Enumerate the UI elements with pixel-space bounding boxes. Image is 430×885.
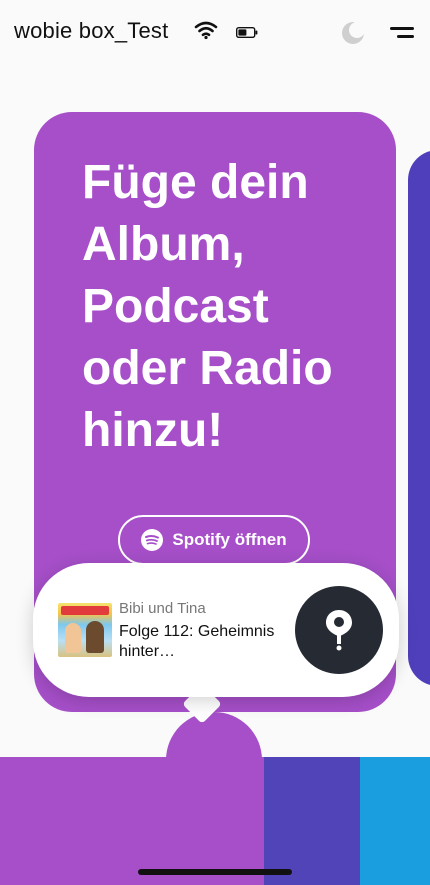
- location-pin-icon: [326, 610, 352, 651]
- tab-segment-indigo[interactable]: [264, 757, 360, 885]
- menu-icon[interactable]: [390, 25, 416, 41]
- track-title: Folge 112: Geheimnis hinter…: [119, 623, 275, 660]
- device-name[interactable]: wobie box_Test: [14, 18, 168, 44]
- next-card-peek[interactable]: [408, 150, 430, 686]
- battery-icon: [236, 27, 258, 38]
- cover-figure: [65, 623, 81, 653]
- moon-icon[interactable]: [341, 21, 365, 45]
- top-bar: wobie box_Test: [0, 0, 430, 70]
- spotify-button-label: Spotify öffnen: [172, 530, 287, 549]
- bottom-tab-strip: [0, 757, 430, 885]
- tab-segment-blue[interactable]: [360, 757, 430, 885]
- spotify-open-button[interactable]: Spotify öffnen: [118, 515, 310, 565]
- album-cover: [58, 603, 112, 657]
- home-indicator[interactable]: [138, 869, 292, 875]
- app-screen: wobie box_Test Füge dein Album, Podcast …: [0, 0, 430, 885]
- cover-figure: [86, 621, 104, 653]
- spotify-icon: [141, 529, 164, 551]
- wifi-icon: [194, 21, 218, 40]
- cover-banner: [61, 606, 109, 615]
- track-artist: Bibi und Tina: [119, 600, 206, 617]
- tab-segment-purple[interactable]: [0, 757, 264, 885]
- location-button[interactable]: [295, 586, 383, 674]
- card-title: Füge dein Album, Podcast oder Radio hinz…: [82, 156, 333, 457]
- now-playing-popup[interactable]: Bibi und Tina Folge 112: Geheimnis hinte…: [33, 563, 399, 697]
